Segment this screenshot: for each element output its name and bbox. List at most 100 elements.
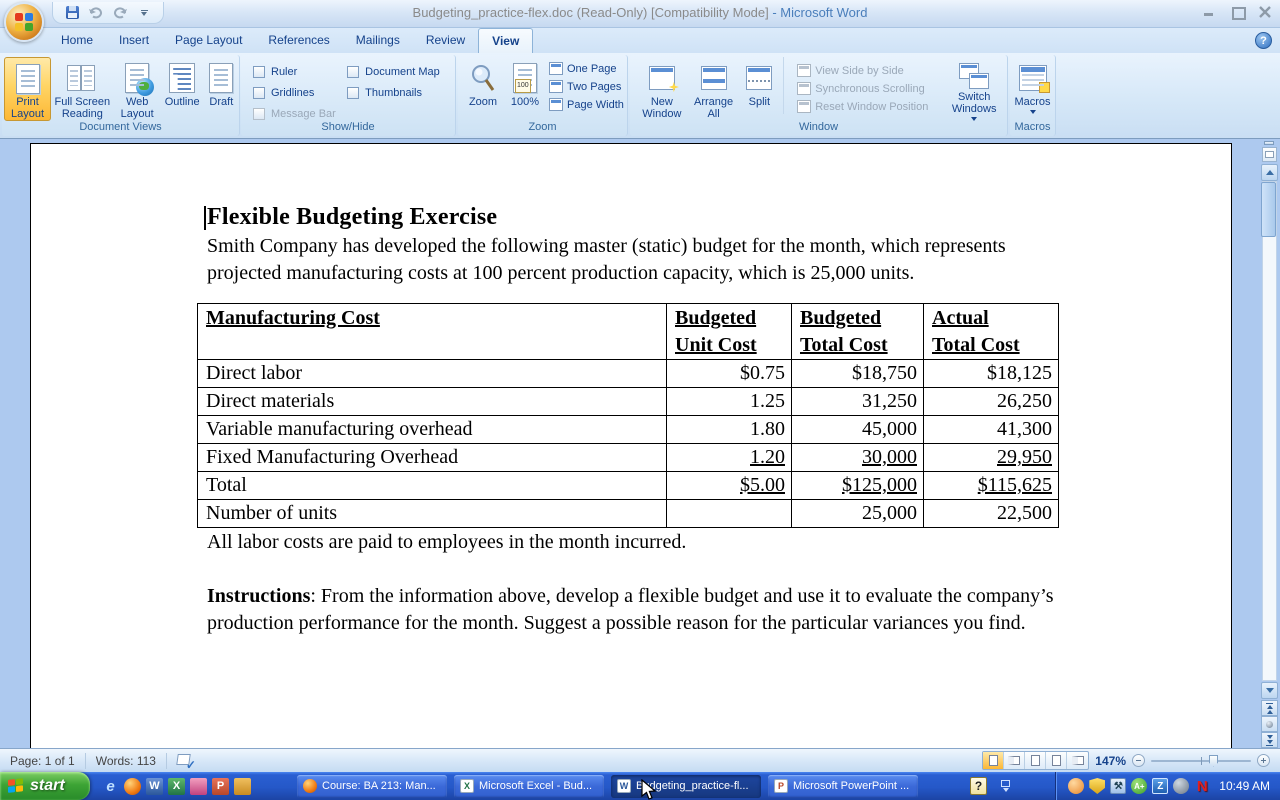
zoom-slider[interactable] bbox=[1151, 760, 1251, 762]
tab-page-layout[interactable]: Page Layout bbox=[162, 28, 255, 53]
zoom-in-button[interactable] bbox=[1257, 754, 1270, 767]
one-page-label: One Page bbox=[567, 63, 617, 75]
show-hidden-icons-button[interactable] bbox=[1001, 780, 1010, 792]
full-screen-icon bbox=[1008, 756, 1020, 765]
tray-security-shield-icon[interactable] bbox=[1089, 778, 1105, 794]
draft-view-button[interactable] bbox=[1067, 752, 1088, 769]
print-layout-icon bbox=[16, 64, 40, 94]
print-layout-label: Print Layout bbox=[7, 96, 48, 120]
excel-icon[interactable]: X bbox=[168, 778, 185, 795]
restore-button[interactable] bbox=[1230, 6, 1244, 18]
task-powerpoint[interactable]: P Microsoft PowerPoint ... bbox=[768, 775, 918, 798]
taskbar-clock[interactable]: 10:49 AM bbox=[1215, 779, 1270, 793]
outline-view-button[interactable] bbox=[1046, 752, 1067, 769]
web-layout-button[interactable]: Web Layout bbox=[114, 57, 161, 121]
tab-home[interactable]: Home bbox=[48, 28, 106, 53]
tab-mailings[interactable]: Mailings bbox=[343, 28, 413, 53]
document-map-checkbox[interactable]: Document Map bbox=[347, 61, 455, 82]
page-indicator[interactable]: Page: 1 of 1 bbox=[0, 754, 85, 768]
close-button[interactable] bbox=[1258, 6, 1272, 18]
outline-button[interactable]: Outline bbox=[161, 57, 204, 121]
word-count[interactable]: Words: 113 bbox=[86, 754, 166, 768]
scroll-down-button[interactable] bbox=[1261, 682, 1278, 699]
new-window-button[interactable]: New Window bbox=[636, 57, 688, 121]
previous-page-button[interactable] bbox=[1261, 700, 1278, 716]
zoom-out-button[interactable] bbox=[1132, 754, 1145, 767]
scrollbar-thumb[interactable] bbox=[1261, 182, 1276, 237]
tab-view[interactable]: View bbox=[478, 28, 533, 53]
page-width-button[interactable]: Page Width bbox=[546, 97, 627, 112]
thumbnails-checkbox[interactable]: Thumbnails bbox=[347, 82, 455, 103]
two-pages-icon bbox=[549, 80, 563, 93]
zoom-level[interactable]: 147% bbox=[1095, 754, 1126, 768]
tray-antivirus-icon[interactable]: A+ bbox=[1131, 778, 1147, 794]
tab-insert[interactable]: Insert bbox=[106, 28, 162, 53]
switch-windows-button[interactable]: Switch Windows bbox=[941, 57, 1007, 121]
status-bar: Page: 1 of 1 Words: 113 ✓ 147% bbox=[0, 748, 1280, 772]
task-excel[interactable]: X Microsoft Excel - Bud... bbox=[454, 775, 604, 798]
tray-tools-icon[interactable]: ⚒ bbox=[1110, 778, 1126, 794]
ruler-checkbox[interactable]: Ruler bbox=[253, 61, 347, 82]
zoom-button[interactable]: Zoom bbox=[462, 57, 504, 121]
arrange-all-button[interactable]: Arrange All bbox=[688, 57, 740, 121]
checkbox-icon bbox=[253, 66, 265, 78]
print-layout-button[interactable]: Print Layout bbox=[4, 57, 51, 121]
app-shortcut-icon[interactable] bbox=[190, 778, 207, 795]
split-button[interactable]: Split bbox=[739, 57, 779, 121]
firefox-icon[interactable] bbox=[124, 778, 141, 795]
powerpoint-icon[interactable]: P bbox=[212, 778, 229, 795]
full-screen-view-button[interactable] bbox=[1004, 752, 1025, 769]
tab-references[interactable]: References bbox=[255, 28, 342, 53]
tab-review[interactable]: Review bbox=[413, 28, 478, 53]
office-logo-icon bbox=[15, 13, 33, 31]
print-layout-view-button[interactable] bbox=[983, 752, 1004, 769]
group-label-window: Window bbox=[630, 121, 1007, 135]
view-shortcut-buttons bbox=[982, 751, 1089, 770]
switch-windows-label: Switch Windows bbox=[943, 91, 1005, 115]
office-button[interactable] bbox=[4, 2, 44, 42]
ribbon-tabs: Home Insert Page Layout References Maili… bbox=[48, 28, 533, 53]
full-screen-reading-button[interactable]: Full Screen Reading bbox=[51, 57, 114, 121]
help-tray-button[interactable]: ? bbox=[970, 777, 987, 795]
start-button[interactable]: start bbox=[0, 772, 90, 800]
word-icon[interactable]: W bbox=[146, 778, 163, 795]
task-firefox[interactable]: Course: BA 213: Man... bbox=[297, 775, 447, 798]
task-word-active[interactable]: W Budgeting_practice-fl... bbox=[611, 775, 761, 798]
gridlines-checkbox[interactable]: Gridlines bbox=[253, 82, 347, 103]
select-browse-object-button[interactable] bbox=[1261, 716, 1278, 732]
minimize-button[interactable] bbox=[1202, 6, 1216, 18]
ruler-toggle-button[interactable] bbox=[1262, 147, 1277, 162]
spellcheck-status-button[interactable]: ✓ bbox=[177, 754, 194, 768]
close-icon bbox=[1258, 6, 1272, 18]
tray-messenger-icon[interactable] bbox=[1068, 778, 1084, 794]
two-pages-button[interactable]: Two Pages bbox=[546, 79, 627, 94]
zoom-100-button[interactable]: 100 100% bbox=[504, 57, 546, 121]
page[interactable]: Flexible Budgeting Exercise Smith Compan… bbox=[30, 143, 1232, 748]
row-label: Total bbox=[198, 472, 667, 500]
cell-actual-total: 41,300 bbox=[924, 416, 1059, 444]
macros-button[interactable]: Macros bbox=[1011, 57, 1055, 121]
header-budgeted-unit-cost: BudgetedUnit Cost bbox=[667, 304, 792, 360]
chevron-down-icon bbox=[1003, 788, 1009, 792]
tray-volume-icon[interactable] bbox=[1173, 778, 1189, 794]
split-handle[interactable] bbox=[1264, 141, 1274, 145]
next-page-button[interactable] bbox=[1261, 732, 1278, 748]
reset-position-icon bbox=[797, 100, 811, 113]
scroll-up-button[interactable] bbox=[1261, 164, 1278, 181]
cell-budgeted-total: 31,250 bbox=[792, 388, 924, 416]
vertical-scrollbar[interactable] bbox=[1261, 140, 1278, 748]
internet-explorer-icon[interactable]: e bbox=[102, 778, 119, 795]
hundred-badge: 100 bbox=[515, 79, 531, 93]
cell-unit-cost bbox=[667, 500, 792, 528]
tray-norton-icon[interactable]: N bbox=[1194, 778, 1210, 794]
help-button[interactable]: ? bbox=[1255, 32, 1272, 49]
zoom-slider-thumb[interactable] bbox=[1209, 755, 1218, 767]
one-page-button[interactable]: One Page bbox=[546, 61, 627, 76]
tray-zonealarm-icon[interactable]: Z bbox=[1152, 778, 1168, 794]
header-actual-total-cost: ActualTotal Cost bbox=[924, 304, 1059, 360]
draft-button[interactable]: Draft bbox=[204, 57, 239, 121]
draft-label: Draft bbox=[209, 96, 233, 108]
outlook-icon[interactable] bbox=[234, 778, 251, 795]
scrollbar-track[interactable] bbox=[1262, 181, 1277, 681]
web-layout-view-button[interactable] bbox=[1025, 752, 1046, 769]
